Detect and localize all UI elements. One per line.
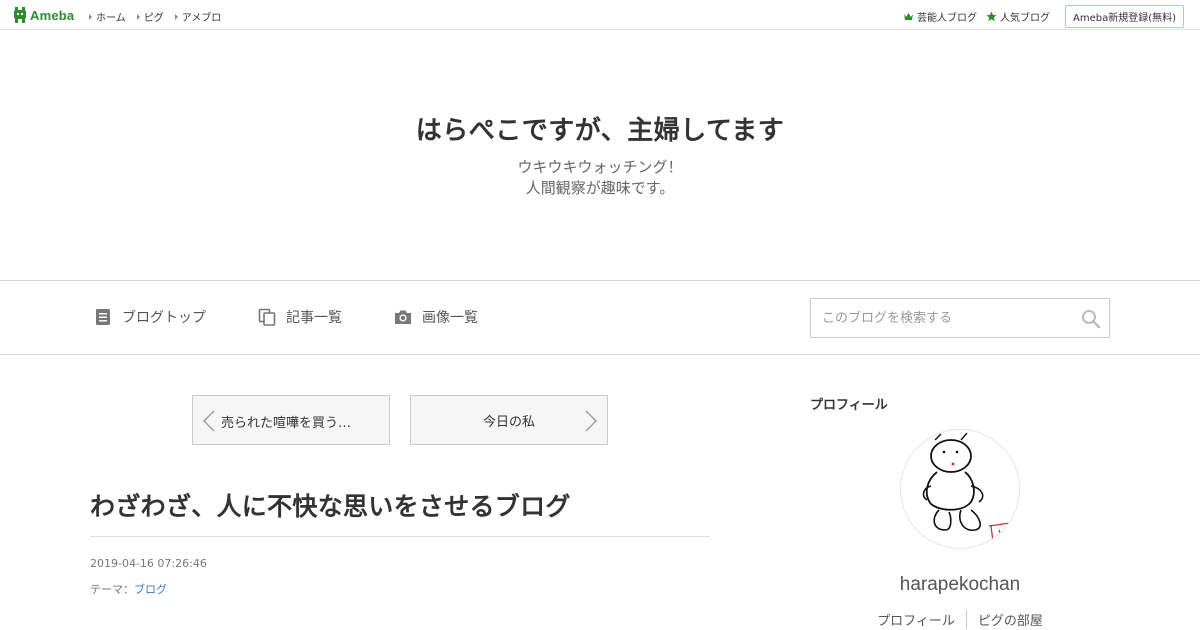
nav-article-list[interactable]: 記事一覧: [258, 307, 342, 327]
triangle-right-icon: [174, 13, 178, 20]
profile-links: プロフィール ピグの部屋: [810, 610, 1110, 629]
article-title[interactable]: わざわざ、人に不快な思いをさせるブログ: [90, 487, 571, 523]
triangle-right-icon: [89, 13, 92, 20]
popular-blog-label: 人気ブログ: [999, 13, 1050, 24]
nav-image-list-label: 画像一覧: [422, 310, 478, 326]
blog-description: ウキウキウォッチング！ 人間観察が趣味です。: [0, 157, 1200, 199]
blog-description-line: 人間観察が趣味です。: [525, 179, 675, 197]
chevron-left-icon: [203, 410, 215, 432]
nav-article-list-label: 記事一覧: [286, 310, 342, 326]
blog-title[interactable]: はらぺこですが、主婦してます: [0, 110, 1200, 147]
global-nav-label: ホーム: [96, 13, 126, 24]
nav-image-list[interactable]: 画像一覧: [394, 307, 478, 327]
copy-icon: [258, 308, 276, 326]
prev-article-label: 売られた喧嘩を買う…: [221, 416, 352, 431]
blog-nav-bar: ブログトップ 記事一覧 画像一覧: [0, 281, 1200, 355]
prev-article-button[interactable]: 売られた喧嘩を買う…: [192, 395, 390, 445]
ameba-logo-icon: [14, 7, 26, 23]
blog-search-input[interactable]: [811, 300, 1071, 336]
profile-link[interactable]: プロフィール: [866, 610, 966, 629]
blog-search-box: [810, 298, 1110, 338]
celebrity-blog-link[interactable]: 芸能人ブログ: [903, 9, 977, 24]
next-article-button[interactable]: 今日の私: [410, 395, 608, 445]
global-nav: ホーム ピグ アメブロ: [89, 9, 221, 24]
pigg-room-link[interactable]: ピグの部屋: [965, 610, 1054, 629]
star-icon: [986, 11, 997, 22]
profile-heading: プロフィール: [810, 398, 888, 413]
camera-icon: [395, 310, 411, 324]
global-nav-pigg[interactable]: ピグ: [136, 9, 164, 24]
register-button[interactable]: Ameba新規登録(無料): [1064, 5, 1184, 28]
celebrity-blog-label: 芸能人ブログ: [916, 13, 977, 24]
article-theme-link[interactable]: ブログ: [134, 583, 167, 596]
blog-header: はらぺこですが、主婦してます ウキウキウォッチング！ 人間観察が趣味です。: [0, 30, 1200, 281]
article-theme: テーマ：ブログ: [90, 581, 167, 597]
global-nav-label: アメブロ: [181, 13, 222, 24]
logo-text: Ameba: [30, 7, 75, 23]
avatar[interactable]: [900, 429, 1020, 549]
next-article-label: 今日の私: [482, 414, 535, 430]
ameba-logo[interactable]: Ameba: [13, 6, 74, 24]
triangle-right-icon: [136, 13, 140, 20]
avatar-drawing: [922, 432, 1018, 543]
popular-blog-link[interactable]: 人気ブログ: [986, 9, 1050, 24]
article-theme-label: テーマ：: [90, 583, 134, 596]
global-nav-ameblo[interactable]: アメブロ: [174, 9, 222, 24]
crown-icon: [903, 13, 913, 20]
article-date: 2019-04-16 07:26:46: [90, 557, 207, 570]
global-nav-label: ピグ: [143, 13, 164, 24]
chevron-right-icon: [585, 410, 597, 432]
global-nav-home[interactable]: ホーム: [89, 9, 126, 24]
article-title-divider: [90, 536, 710, 537]
search-icon[interactable]: [1081, 309, 1101, 329]
nav-blog-top[interactable]: ブログトップ: [94, 307, 206, 327]
global-right-links: 芸能人ブログ 人気ブログ Ameba新規登録(無料): [903, 5, 1184, 28]
nav-blog-top-label: ブログトップ: [122, 310, 206, 326]
global-header-bar: Ameba ホーム ピグ アメブロ 芸能人ブログ 人気ブログ Ameba新規登録…: [0, 0, 1200, 30]
blog-description-line: ウキウキウォッチング！: [517, 158, 683, 176]
document-icon: [96, 309, 110, 325]
profile-name[interactable]: harapekochan: [810, 574, 1110, 596]
